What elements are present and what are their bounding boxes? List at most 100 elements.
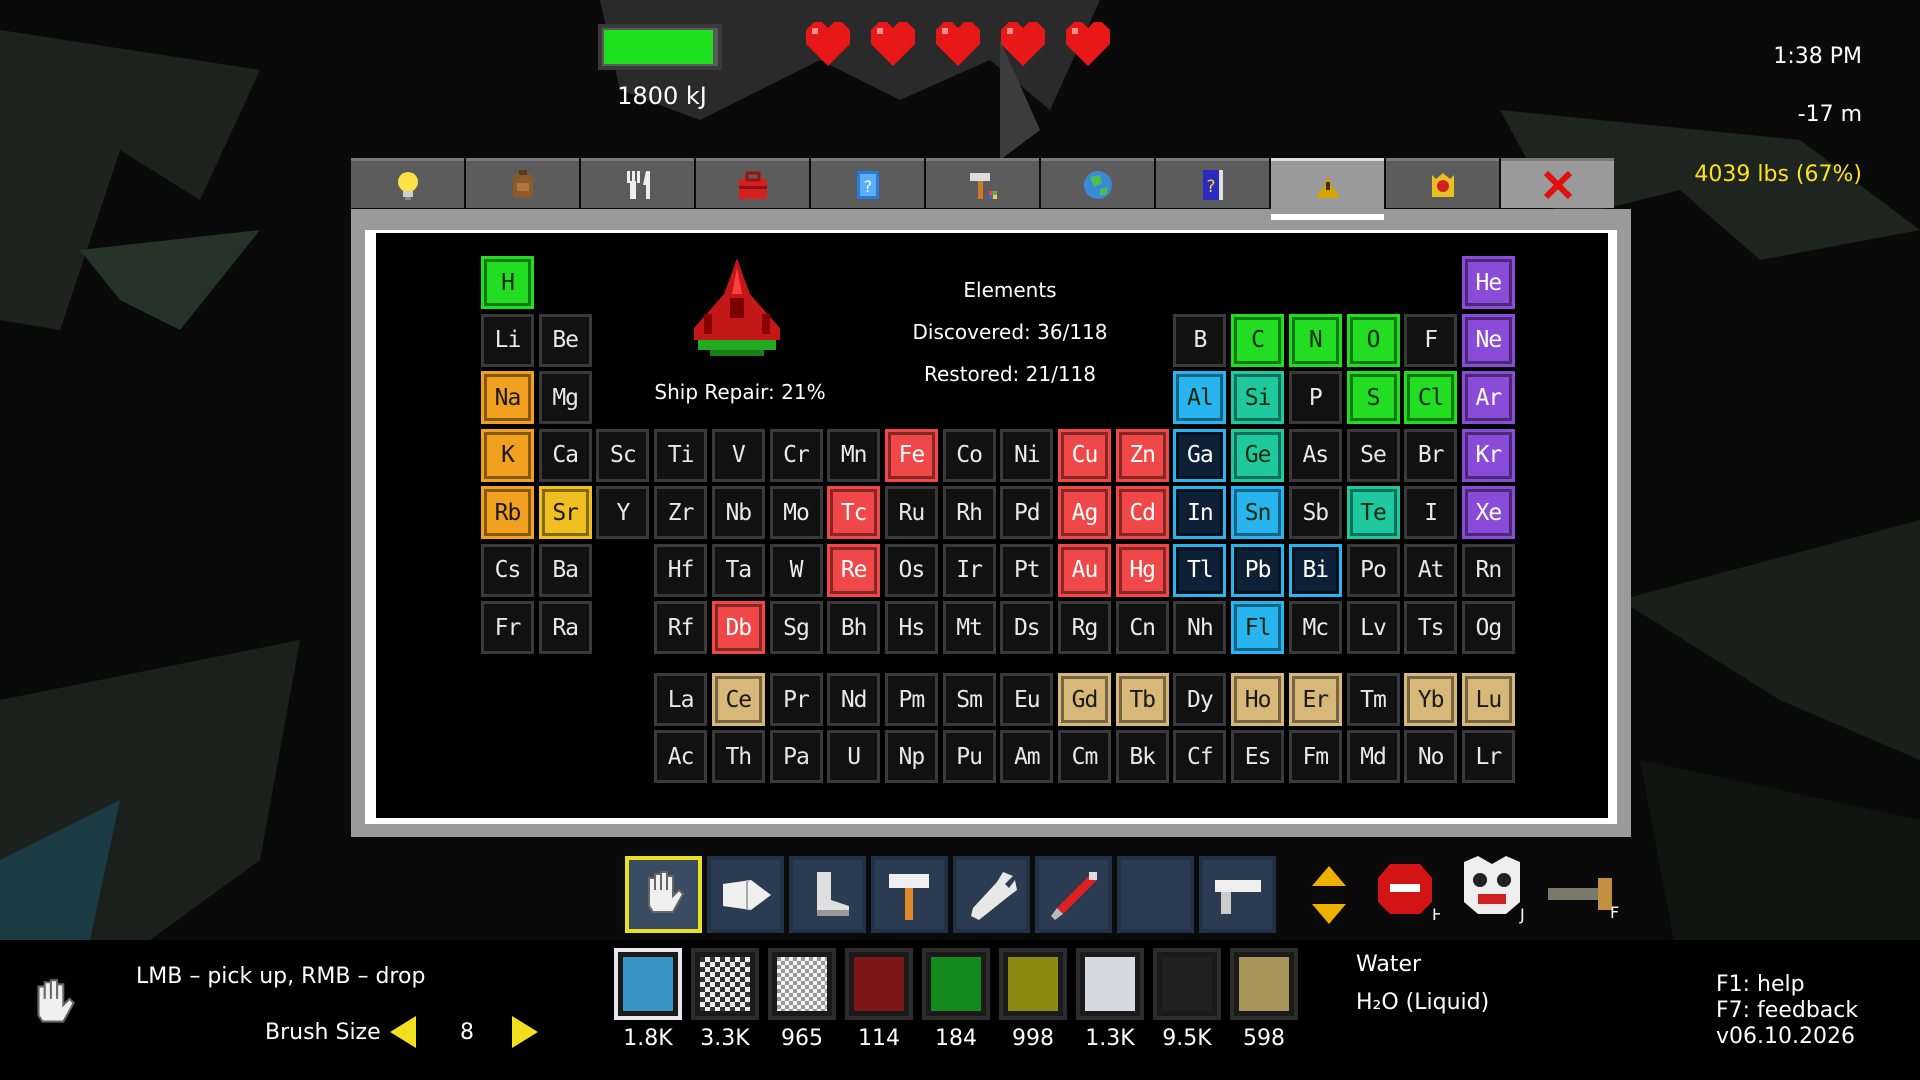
element-lr[interactable]: Lr — [1461, 730, 1515, 783]
tool-gun[interactable] — [1199, 856, 1276, 933]
element-np[interactable]: Np — [884, 730, 938, 783]
element-ce[interactable]: Ce — [711, 673, 765, 726]
material-slot[interactable] — [1230, 948, 1298, 1020]
element-gd[interactable]: Gd — [1058, 673, 1111, 726]
element-no[interactable]: No — [1404, 730, 1458, 783]
element-pu[interactable]: Pu — [942, 730, 996, 783]
close-panel-button[interactable] — [1501, 158, 1614, 208]
element-ir[interactable]: Ir — [942, 543, 996, 597]
element-cn[interactable]: Cn — [1115, 601, 1169, 654]
element-pd[interactable]: Pd — [1000, 486, 1054, 539]
element-si[interactable]: Si — [1231, 371, 1285, 424]
element-ne[interactable]: Ne — [1461, 313, 1515, 367]
element-kr[interactable]: Kr — [1461, 428, 1515, 482]
element-hf[interactable]: Hf — [654, 543, 708, 597]
tool-boots[interactable] — [789, 856, 866, 933]
element-pb[interactable]: Pb — [1231, 543, 1285, 597]
element-mt[interactable]: Mt — [942, 601, 996, 654]
element-hg[interactable]: Hg — [1115, 543, 1169, 597]
element-ds[interactable]: Ds — [1000, 601, 1054, 654]
element-sc[interactable]: Sc — [596, 428, 650, 482]
element-o[interactable]: O — [1346, 313, 1400, 367]
element-te[interactable]: Te — [1346, 486, 1400, 539]
element-w[interactable]: W — [769, 543, 823, 597]
element-i[interactable]: I — [1404, 486, 1458, 539]
element-ag[interactable]: Ag — [1058, 486, 1111, 539]
element-eu[interactable]: Eu — [1000, 673, 1054, 726]
element-co[interactable]: Co — [942, 428, 996, 482]
element-sr[interactable]: Sr — [538, 486, 592, 539]
element-be[interactable]: Be — [538, 313, 592, 367]
element-tb[interactable]: Tb — [1115, 673, 1169, 726]
element-li[interactable]: Li — [481, 313, 534, 367]
element-as[interactable]: As — [1288, 428, 1342, 482]
element-hs[interactable]: Hs — [884, 601, 938, 654]
element-rg[interactable]: Rg — [1058, 601, 1111, 654]
element-al[interactable]: Al — [1173, 371, 1227, 424]
element-es[interactable]: Es — [1231, 730, 1285, 783]
element-y[interactable]: Y — [596, 486, 650, 539]
element-re[interactable]: Re — [827, 543, 881, 597]
element-he[interactable]: He — [1461, 256, 1515, 309]
element-po[interactable]: Po — [1346, 543, 1400, 597]
element-h[interactable]: H — [481, 256, 534, 309]
element-dy[interactable]: Dy — [1173, 673, 1227, 726]
element-b[interactable]: B — [1173, 313, 1227, 367]
element-xe[interactable]: Xe — [1461, 486, 1515, 539]
material-slot[interactable] — [768, 948, 836, 1020]
element-rn[interactable]: Rn — [1461, 543, 1515, 597]
tab-toolbox[interactable] — [696, 158, 809, 208]
element-fe[interactable]: Fe — [884, 428, 938, 482]
element-tl[interactable]: Tl — [1173, 543, 1227, 597]
element-ni[interactable]: Ni — [1000, 428, 1054, 482]
element-tc[interactable]: Tc — [827, 486, 881, 539]
element-mc[interactable]: Mc — [1288, 601, 1342, 654]
material-slot[interactable] — [691, 948, 759, 1020]
element-cr[interactable]: Cr — [769, 428, 823, 482]
element-ho[interactable]: Ho — [1231, 673, 1285, 726]
element-ga[interactable]: Ga — [1173, 428, 1227, 482]
element-lu[interactable]: Lu — [1461, 673, 1515, 726]
element-ru[interactable]: Ru — [884, 486, 938, 539]
material-slot[interactable] — [1153, 948, 1221, 1020]
material-slot[interactable] — [614, 948, 682, 1020]
element-bh[interactable]: Bh — [827, 601, 881, 654]
element-mn[interactable]: Mn — [827, 428, 881, 482]
element-v[interactable]: V — [711, 428, 765, 482]
element-nh[interactable]: Nh — [1173, 601, 1227, 654]
element-am[interactable]: Am — [1000, 730, 1054, 783]
element-rf[interactable]: Rf — [654, 601, 708, 654]
tool-hammer[interactable] — [871, 856, 948, 933]
element-c[interactable]: C — [1231, 313, 1285, 367]
element-rh[interactable]: Rh — [942, 486, 996, 539]
element-cu[interactable]: Cu — [1058, 428, 1111, 482]
element-ge[interactable]: Ge — [1231, 428, 1285, 482]
element-ba[interactable]: Ba — [538, 543, 592, 597]
material-slot[interactable] — [845, 948, 913, 1020]
element-ra[interactable]: Ra — [538, 601, 592, 654]
tab-food[interactable] — [581, 158, 694, 208]
tool-drill[interactable] — [707, 856, 784, 933]
element-mg[interactable]: Mg — [538, 371, 592, 424]
element-sn[interactable]: Sn — [1231, 486, 1285, 539]
element-pm[interactable]: Pm — [884, 673, 938, 726]
tab-achievements[interactable] — [1386, 158, 1499, 208]
tab-ideas[interactable] — [351, 158, 464, 208]
element-md[interactable]: Md — [1346, 730, 1400, 783]
element-la[interactable]: La — [654, 673, 708, 726]
element-u[interactable]: U — [827, 730, 881, 783]
element-db[interactable]: Db — [711, 601, 765, 654]
element-nb[interactable]: Nb — [711, 486, 765, 539]
element-ts[interactable]: Ts — [1404, 601, 1458, 654]
element-bi[interactable]: Bi — [1288, 543, 1342, 597]
element-n[interactable]: N — [1288, 313, 1342, 367]
brush-size-increase-button[interactable] — [510, 1014, 540, 1050]
tab-recipes[interactable]: ? — [811, 158, 924, 208]
element-at[interactable]: At — [1404, 543, 1458, 597]
element-k[interactable]: K — [481, 428, 534, 482]
element-nd[interactable]: Nd — [827, 673, 881, 726]
element-sb[interactable]: Sb — [1288, 486, 1342, 539]
element-f[interactable]: F — [1404, 313, 1458, 367]
element-in[interactable]: In — [1173, 486, 1227, 539]
element-ca[interactable]: Ca — [538, 428, 592, 482]
